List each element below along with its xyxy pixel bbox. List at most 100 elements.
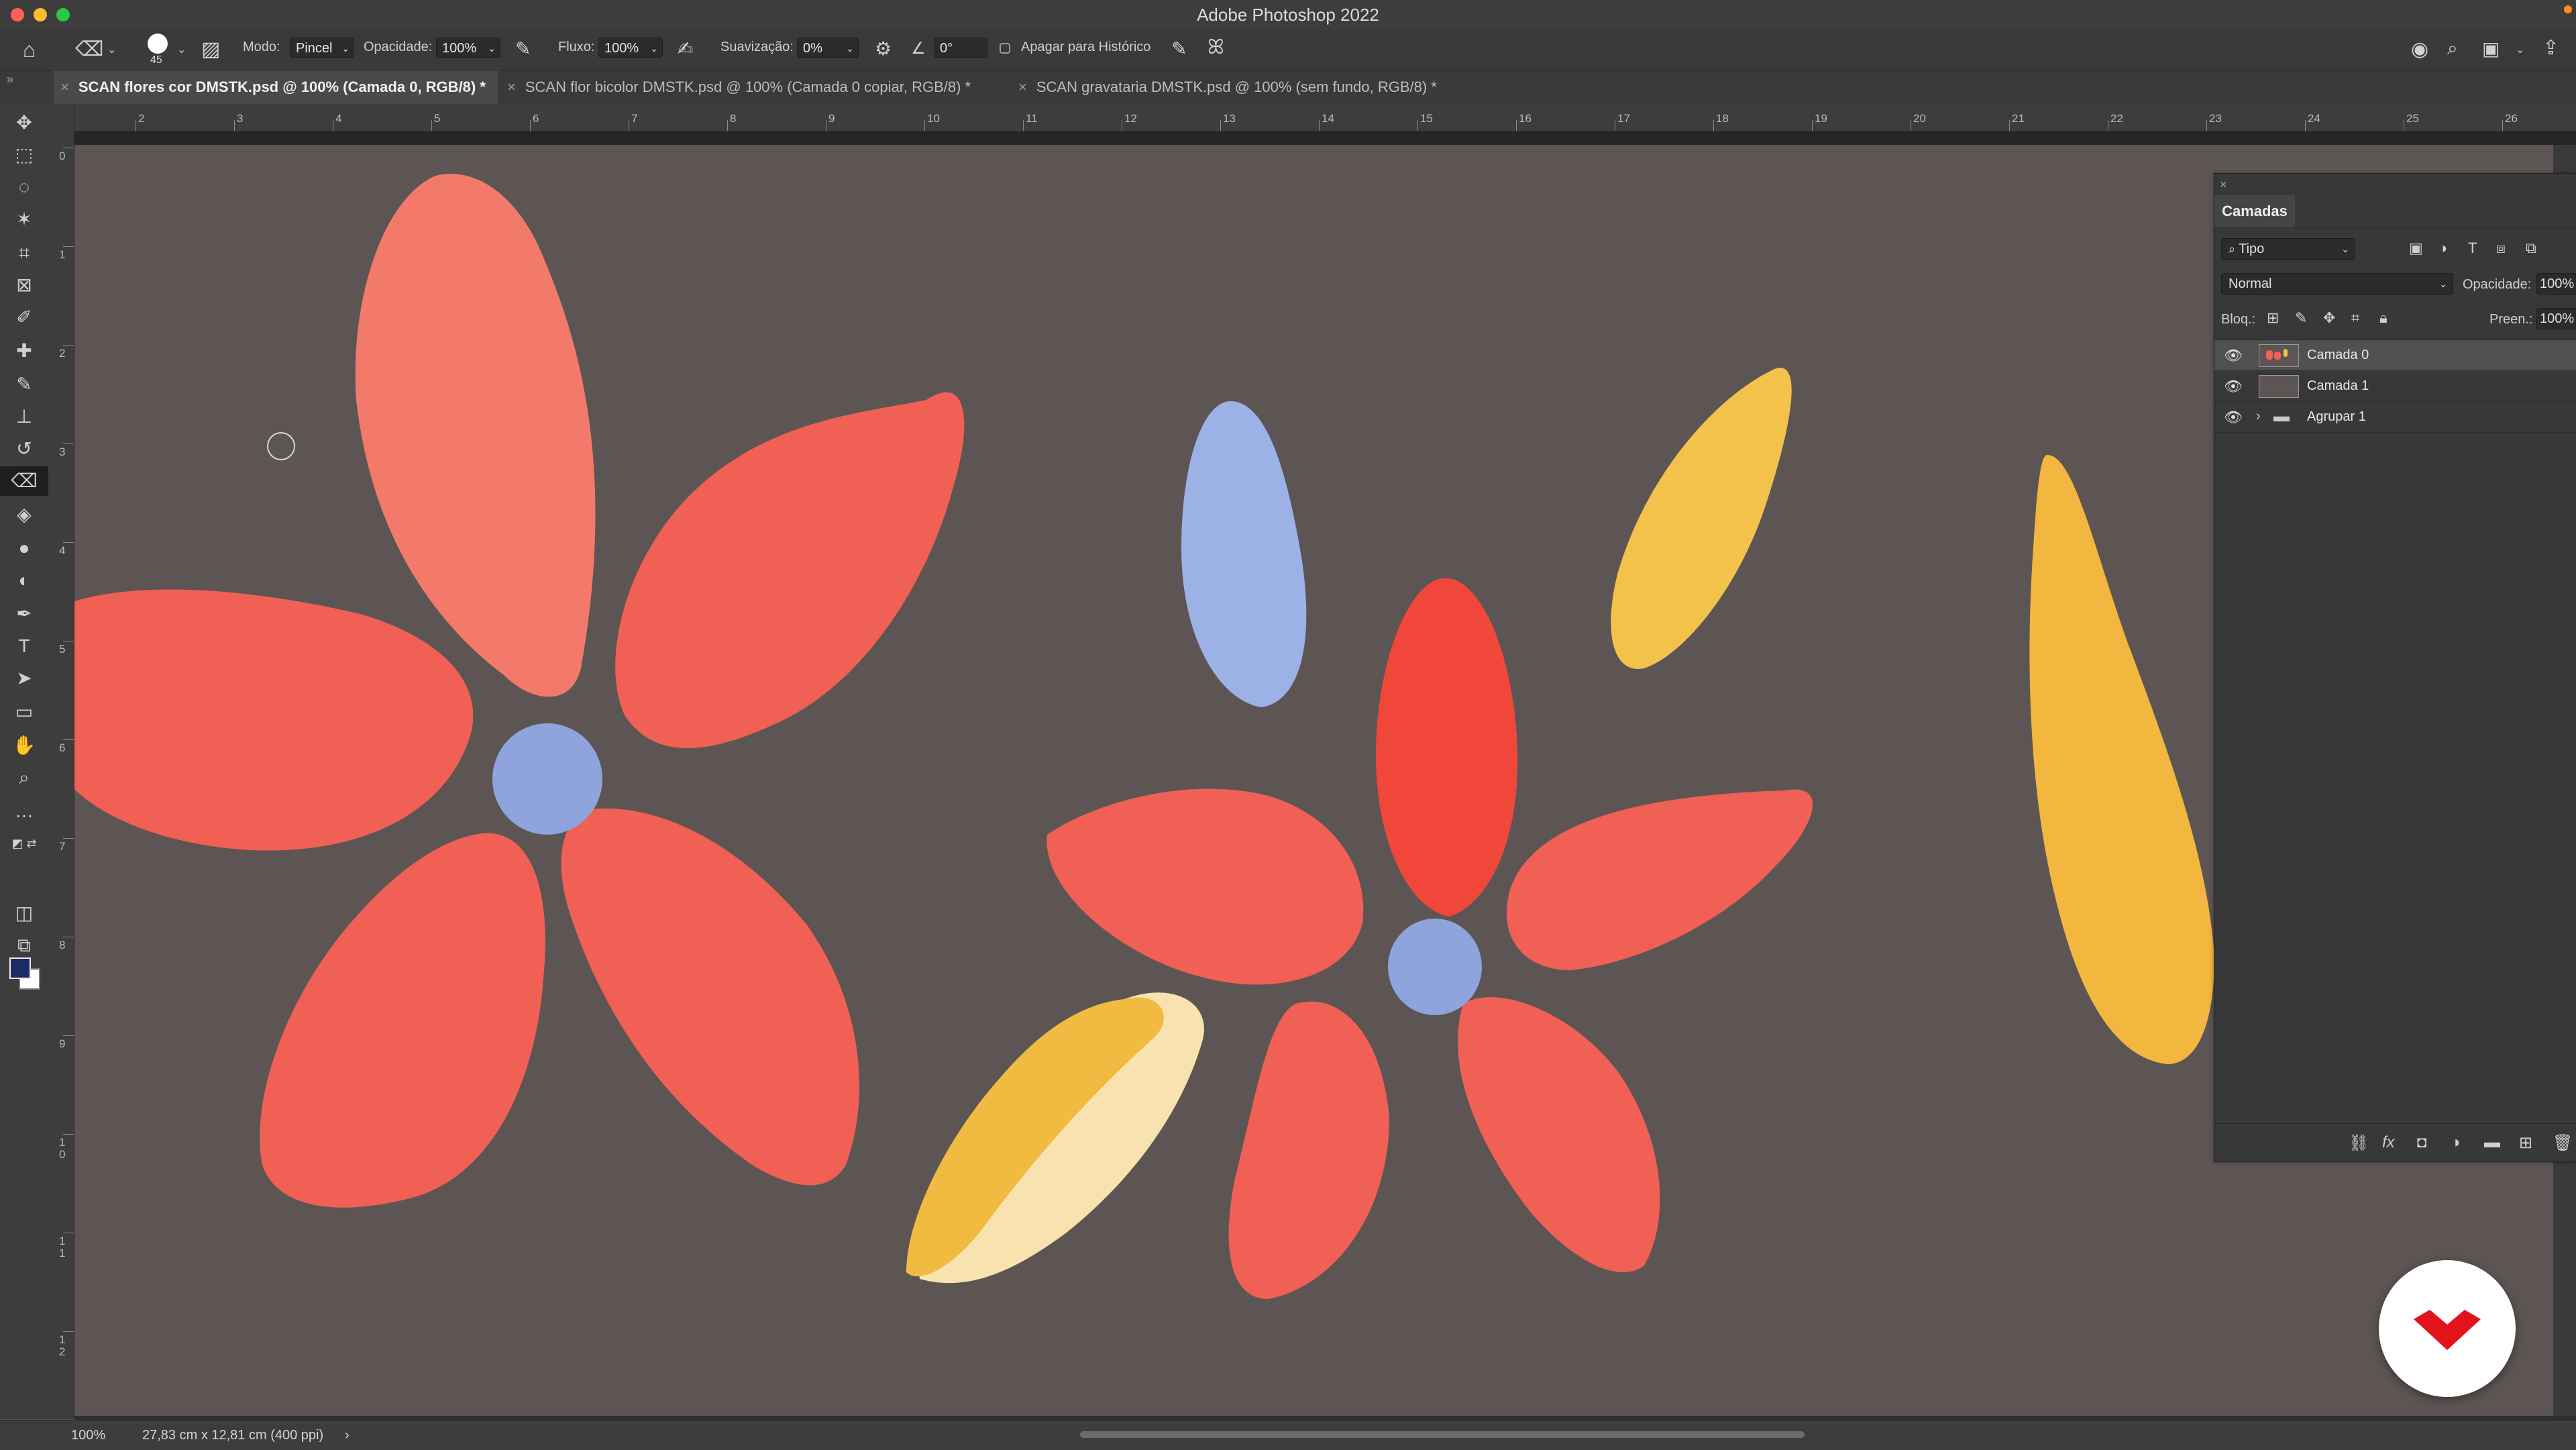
tab-label: SCAN gravataria DMSTK.psd @ 100% (sem fu… — [1036, 79, 1437, 95]
group-expand-chevron-icon[interactable]: › — [2256, 409, 2261, 424]
visibility-eye-icon[interactable]: 👁︎ — [2224, 378, 2243, 395]
more-tools-icon[interactable]: … — [0, 796, 48, 826]
lock-label: Bloq.: — [2221, 312, 2256, 327]
layer-row-camada-1[interactable]: 👁︎ Camada 1 — [2214, 371, 2576, 402]
home-icon[interactable]: ⌂ — [23, 38, 36, 62]
tab-document-flor-bicolor[interactable]: × SCAN flor bicolor DMSTK.psd @ 100% (Cam… — [507, 70, 983, 104]
frame-tool-icon[interactable]: ⊠ — [0, 270, 48, 300]
adjustment-layer-icon[interactable]: ◑ — [2451, 1133, 2461, 1152]
brush-tool-icon[interactable]: ✎ — [0, 370, 48, 399]
screen-mode-icon[interactable]: ⧉ — [0, 931, 48, 960]
hand-tool-icon[interactable]: ✋ — [0, 731, 48, 760]
brush-settings-icon[interactable]: ▨ — [201, 38, 220, 61]
smoothing-field[interactable]: 0% ⌄ — [797, 38, 859, 58]
blur-tool-icon[interactable]: ● — [0, 533, 48, 563]
blend-mode-select[interactable]: Normal ⌄ — [2221, 273, 2453, 295]
status-info-chevron-icon[interactable]: › — [345, 1428, 350, 1443]
filter-type-icon[interactable]: T — [2468, 240, 2477, 257]
history-brush-tool-icon[interactable]: ↺ — [0, 434, 48, 464]
close-tab-icon[interactable]: × — [1018, 79, 1027, 95]
rectangle-tool-icon[interactable]: ▭ — [0, 697, 48, 727]
foreground-color-swatch[interactable] — [9, 957, 31, 979]
flow-label: Fluxo: — [558, 40, 595, 54]
workspace-dropdown-icon[interactable]: ⌄ — [2516, 43, 2524, 56]
brush-preset-picker[interactable]: 45 — [145, 32, 172, 67]
pressure-size-icon[interactable]: ✎ — [1171, 38, 1187, 60]
filter-shape-icon[interactable]: ⧈ — [2496, 240, 2506, 257]
horizontal-scrollbar[interactable] — [1080, 1431, 1805, 1438]
visibility-eye-icon[interactable]: 👁︎ — [2224, 347, 2243, 364]
canvas-area[interactable] — [74, 132, 2576, 1420]
default-colors-icon[interactable]: ◩ ⇄ — [0, 829, 48, 858]
airbrush-icon[interactable]: ✍ — [678, 38, 693, 60]
angle-field[interactable]: 0° — [934, 38, 987, 58]
tab-layers[interactable]: Camadas — [2214, 195, 2295, 227]
close-tab-icon[interactable]: × — [507, 79, 516, 95]
expand-panels-icon[interactable]: » — [7, 72, 13, 87]
lock-transparent-icon[interactable]: ⊞ — [2267, 309, 2279, 327]
close-tab-icon[interactable]: × — [60, 79, 69, 95]
layer-filter-select[interactable]: ⌕ Tipo ⌄ — [2221, 238, 2355, 260]
flow-field[interactable]: 100% ⌄ — [598, 38, 663, 58]
ruler-tick-label: 1 1 — [59, 1235, 66, 1259]
tab-document-flores[interactable]: × SCAN flores cor DMSTK.psd @ 100% (Camad… — [54, 70, 498, 104]
dodge-tool-icon[interactable]: ◐ — [0, 566, 48, 595]
symmetry-butterfly-icon[interactable]: ꕤ — [1208, 36, 1224, 59]
lock-all-icon[interactable]: 🔒︎ — [2379, 309, 2387, 327]
eyedropper-tool-icon[interactable]: ✐ — [0, 303, 48, 332]
zoom-level[interactable]: 100% — [71, 1428, 105, 1443]
eraser-tool-preset-icon[interactable]: ⌫ — [75, 38, 103, 61]
ruler-tick-label: 20 — [1913, 112, 1926, 125]
smoothing-settings-gear-icon[interactable]: ⚙ — [875, 38, 892, 60]
mode-select[interactable]: Pincel ⌄ — [290, 38, 354, 58]
panel-close-icon[interactable]: × — [2220, 178, 2227, 192]
fill-field[interactable]: 100% — [2536, 308, 2576, 329]
link-layers-icon[interactable]: ⛓︎ — [2349, 1133, 2369, 1153]
pen-tool-icon[interactable]: ✒ — [0, 599, 48, 629]
new-layer-icon[interactable]: ⊞ — [2519, 1133, 2532, 1153]
horizontal-ruler: 2 3 4 5 6 7 8 9 10 11 12 13 14 15 16 17 18 19 20 21 22 23 24 25… — [48, 104, 2576, 132]
pressure-opacity-icon[interactable]: ✎ — [515, 38, 531, 60]
workspace-icon[interactable]: ▣ — [2482, 38, 2500, 60]
filter-pixel-icon[interactable]: ▣ — [2409, 240, 2423, 257]
tab-document-gravataria[interactable]: × SCAN gravataria DMSTK.psd @ 100% (sem f… — [1018, 70, 1449, 104]
marquee-tool-icon[interactable]: ⬚ — [0, 140, 48, 170]
layer-row-agrupar-1[interactable]: 👁︎ › ▬ Agrupar 1 — [2214, 402, 2576, 433]
layer-style-fx-icon[interactable]: fx — [2382, 1133, 2395, 1152]
add-mask-icon[interactable]: ◘ — [2417, 1133, 2427, 1152]
lock-position-icon[interactable]: ✥ — [2323, 309, 2335, 327]
magic-wand-tool-icon[interactable]: ✶ — [0, 205, 48, 234]
domestika-logo — [2379, 1260, 2516, 1397]
layer-opacity-field[interactable]: 100% — [2536, 273, 2576, 295]
path-selection-tool-icon[interactable]: ➤ — [0, 664, 48, 693]
learn-icon[interactable]: ◉ — [2411, 38, 2428, 61]
share-icon[interactable]: ⇪ — [2542, 36, 2559, 60]
type-tool-icon[interactable]: T — [0, 631, 48, 661]
paint-bucket-tool-icon[interactable]: ◈ — [0, 500, 48, 529]
filter-smart-object-icon[interactable]: ⧉ — [2526, 240, 2536, 257]
document-canvas[interactable] — [74, 132, 2576, 1420]
opacity-field[interactable]: 100% ⌄ — [436, 38, 500, 58]
crop-tool-icon[interactable]: ⌗ — [0, 238, 48, 268]
zoom-tool-icon[interactable]: ⌕ — [0, 763, 48, 792]
tool-preset-dropdown-icon[interactable]: ⌄ — [107, 43, 116, 56]
brush-dropdown-icon[interactable]: ⌄ — [177, 43, 186, 56]
lasso-tool-icon[interactable]: ◌ — [0, 172, 48, 202]
delete-layer-trash-icon[interactable]: 🗑︎ — [2553, 1133, 2573, 1153]
layer-row-camada-0[interactable]: 👁︎ Camada 0 — [2214, 340, 2576, 371]
eraser-tool-icon[interactable]: ⌫ — [0, 466, 48, 496]
search-icon[interactable]: ⌕ — [2447, 38, 2458, 60]
layer-thumbnail — [2259, 375, 2299, 398]
filter-adjustment-icon[interactable]: ◑ — [2438, 240, 2447, 257]
visibility-eye-icon[interactable]: 👁︎ — [2224, 409, 2243, 426]
clone-stamp-tool-icon[interactable]: ⊥ — [0, 402, 48, 431]
ruler-tick-label: 24 — [2308, 112, 2320, 125]
new-group-folder-icon[interactable]: ▬ — [2484, 1133, 2500, 1152]
lock-artboard-icon[interactable]: ⌗ — [2351, 309, 2359, 327]
erase-to-history-checkbox[interactable] — [1000, 43, 1010, 54]
quick-mask-icon[interactable]: ◫ — [0, 898, 48, 928]
lock-pixels-brush-icon[interactable]: ✎ — [2295, 309, 2307, 327]
healing-brush-tool-icon[interactable]: ✚ — [0, 336, 48, 366]
notification-dot — [2564, 5, 2572, 13]
move-tool-icon[interactable]: ✥ — [0, 108, 48, 138]
